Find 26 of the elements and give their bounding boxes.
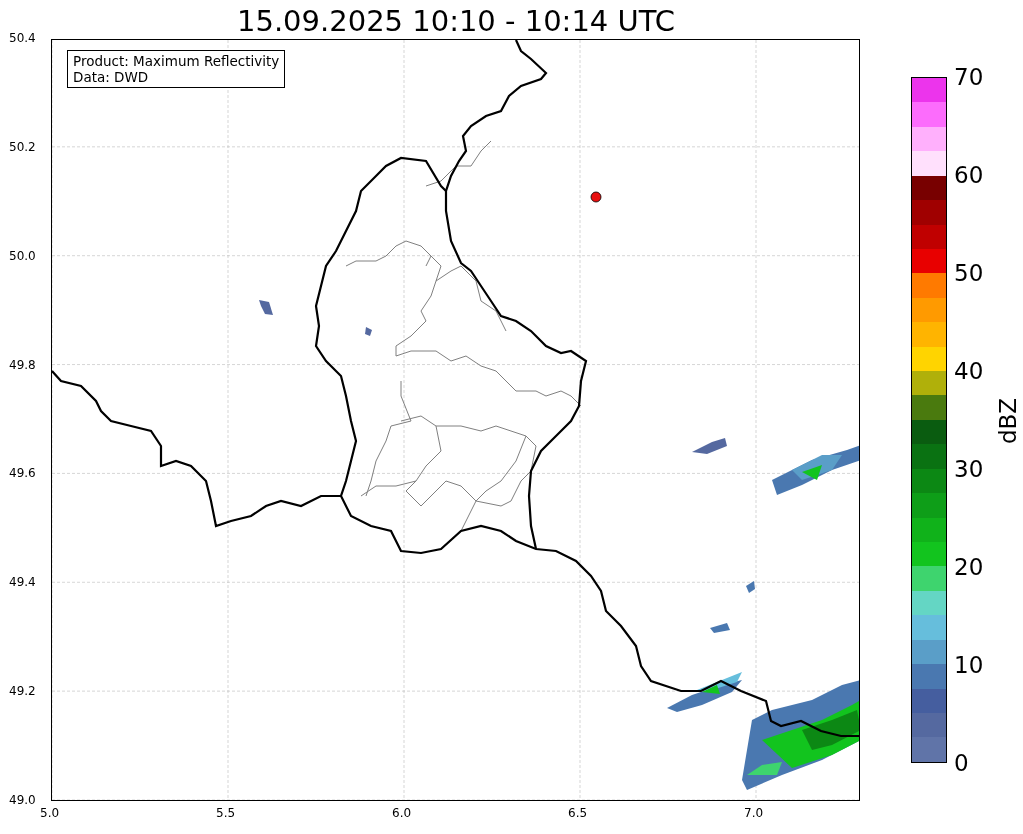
x-tick-label: 6.5 [568, 806, 588, 820]
colorbar-tick-label: 40 [954, 358, 984, 384]
colorbar-tick-label: 50 [954, 260, 984, 286]
y-tick-label: 49.6 [9, 466, 36, 481]
x-tick-label: 7.0 [744, 806, 764, 820]
x-tick-label: 5.0 [40, 806, 60, 820]
colorbar-label: dBZ [995, 397, 1022, 445]
y-tick-label: 50.2 [9, 139, 36, 154]
x-tick-label: 5.5 [216, 806, 236, 820]
colorbar-tick-label: 0 [954, 750, 969, 776]
colorbar-tick-label: 70 [954, 64, 984, 90]
x-tick-label: 6.0 [392, 806, 412, 820]
info-text: Product: Maximum Reflectivity [73, 53, 280, 69]
y-tick-label: 49.0 [9, 793, 36, 807]
colorbar-tick-label: 30 [954, 456, 984, 482]
y-tick-label: 49.2 [9, 684, 36, 699]
y-tick-label: 49.8 [9, 357, 36, 372]
colorbar-tick-label: 10 [954, 652, 984, 678]
y-tick-label: 50.4 [9, 31, 36, 45]
chart-title: 15.09.2025 10:10 - 10:14 UTC [236, 4, 676, 38]
location-marker [590, 191, 602, 203]
y-tick-label: 50.0 [9, 248, 36, 263]
y-tick-label: 49.4 [9, 575, 36, 590]
info-text: Data: DWD [73, 69, 150, 85]
colorbar-tick-label: 20 [954, 554, 984, 580]
colorbar-tick-label: 60 [954, 162, 984, 188]
